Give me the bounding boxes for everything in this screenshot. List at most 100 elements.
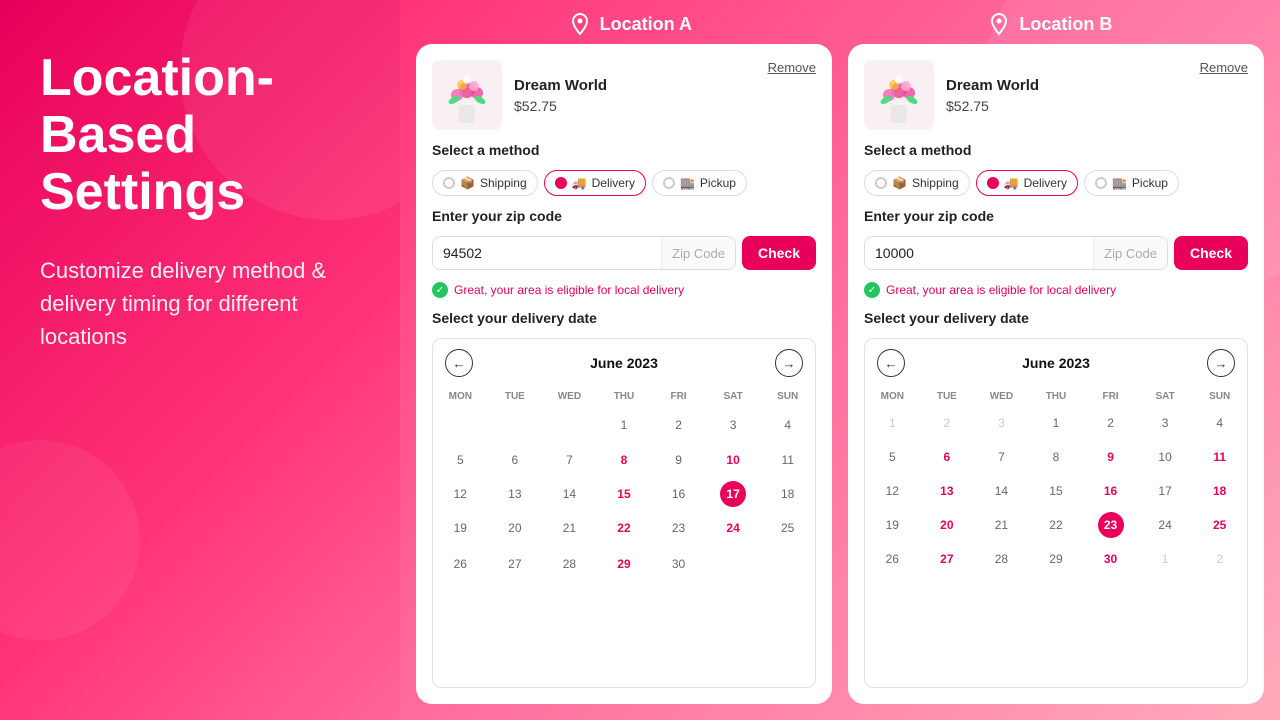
zip-label-a: Enter your zip code <box>432 208 816 224</box>
col-mon-b: MON <box>865 387 920 406</box>
check-btn-b[interactable]: Check <box>1174 236 1248 270</box>
cal-day-a-30[interactable]: 30 <box>651 545 706 582</box>
cal-day-b-6[interactable]: 6 <box>920 440 975 474</box>
cal-day-a-5[interactable]: 5 <box>433 443 488 477</box>
cal-day-b-1[interactable]: 1 <box>1029 406 1084 440</box>
cal-day-a-27[interactable]: 27 <box>488 545 543 582</box>
cal-day-a-3[interactable]: 3 <box>706 406 761 443</box>
cal-day-a-17[interactable]: 17 <box>706 477 761 511</box>
cal-day-b-27[interactable]: 27 <box>920 542 975 576</box>
cal-day-b-11[interactable]: 11 <box>1192 440 1247 474</box>
cal-day-b-7[interactable]: 7 <box>974 440 1029 474</box>
cal-day-b-5[interactable]: 5 <box>865 440 920 474</box>
shipping-option-b[interactable]: 📦 Shipping <box>864 170 970 196</box>
cal-cell-a-empty <box>433 406 488 443</box>
cal-day-b-21[interactable]: 21 <box>974 508 1029 542</box>
cal-prev-a[interactable]: ← <box>445 349 473 377</box>
cal-day-b-12[interactable]: 12 <box>865 474 920 508</box>
flower-svg-a <box>432 60 502 130</box>
cal-day-b-18[interactable]: 18 <box>1192 474 1247 508</box>
cal-next-a[interactable]: → <box>775 349 803 377</box>
check-btn-a[interactable]: Check <box>742 236 816 270</box>
pickup-option-b[interactable]: 🏬 Pickup <box>1084 170 1179 196</box>
cal-day-b-22[interactable]: 22 <box>1029 508 1084 542</box>
cal-day-a-25[interactable]: 25 <box>760 511 815 545</box>
cal-day-b-3[interactable]: 3 <box>1138 406 1193 440</box>
cal-day-a-10[interactable]: 10 <box>706 443 761 477</box>
shipping-icon-a: 📦 <box>460 176 475 190</box>
cal-day-a-23[interactable]: 23 <box>651 511 706 545</box>
cal-day-a-19[interactable]: 19 <box>433 511 488 545</box>
cal-day-a-11[interactable]: 11 <box>760 443 815 477</box>
cal-day-a-16[interactable]: 16 <box>651 477 706 511</box>
product-info-b: Dream World $52.75 <box>946 77 1188 114</box>
col-sat-a: SAT <box>706 387 761 406</box>
cal-day-b-16[interactable]: 16 <box>1083 474 1138 508</box>
cal-day-a-6[interactable]: 6 <box>488 443 543 477</box>
delivery-option-a[interactable]: 🚚 Delivery <box>544 170 646 196</box>
cal-day-b-28[interactable]: 28 <box>974 542 1029 576</box>
cal-day-b-4[interactable]: 4 <box>1192 406 1247 440</box>
cal-day-a-29[interactable]: 29 <box>597 545 652 582</box>
pickup-option-a[interactable]: 🏬 Pickup <box>652 170 747 196</box>
left-panel: Location-Based Settings Customize delive… <box>0 0 400 720</box>
cal-day-a-1[interactable]: 1 <box>597 406 652 443</box>
cal-day-a-8[interactable]: 8 <box>597 443 652 477</box>
cal-day-a-13[interactable]: 13 <box>488 477 543 511</box>
cal-day-b-19[interactable]: 19 <box>865 508 920 542</box>
cal-grid-a: MON TUE WED THU FRI SAT SUN 123456789101… <box>433 387 815 582</box>
cal-day-b-15[interactable]: 15 <box>1029 474 1084 508</box>
product-row-b: Dream World $52.75 Remove <box>864 60 1248 130</box>
cal-day-a-9[interactable]: 9 <box>651 443 706 477</box>
cal-day-a-20[interactable]: 20 <box>488 511 543 545</box>
zip-input-a[interactable] <box>433 237 661 269</box>
cal-day-b-30[interactable]: 30 <box>1083 542 1138 576</box>
col-thu-b: THU <box>1029 387 1084 406</box>
cal-day-b-10[interactable]: 10 <box>1138 440 1193 474</box>
cal-day-a-2[interactable]: 2 <box>651 406 706 443</box>
cal-day-b-29[interactable]: 29 <box>1029 542 1084 576</box>
shipping-option-a[interactable]: 📦 Shipping <box>432 170 538 196</box>
cal-day-a-21[interactable]: 21 <box>542 511 597 545</box>
cal-day-b-9[interactable]: 9 <box>1083 440 1138 474</box>
cal-day-a-26[interactable]: 26 <box>433 545 488 582</box>
cal-day-a-22[interactable]: 22 <box>597 511 652 545</box>
cal-day-a-4[interactable]: 4 <box>760 406 815 443</box>
cal-day-b-25[interactable]: 25 <box>1192 508 1247 542</box>
right-panel: Location A Location B <box>400 0 1280 720</box>
cal-next-b[interactable]: → <box>1207 349 1235 377</box>
cal-day-a-24[interactable]: 24 <box>706 511 761 545</box>
cal-day-b-23[interactable]: 23 <box>1083 508 1138 542</box>
zip-input-wrapper-b: Zip Code <box>864 236 1168 270</box>
product-name-b: Dream World <box>946 77 1188 94</box>
delivery-icon-a: 🚚 <box>572 176 587 190</box>
zip-input-b[interactable] <box>865 237 1093 269</box>
cal-day-b-14[interactable]: 14 <box>974 474 1029 508</box>
cal-day-b-2[interactable]: 2 <box>1083 406 1138 440</box>
cal-day-a-28[interactable]: 28 <box>542 545 597 582</box>
product-image-b <box>864 60 934 130</box>
delivery-radio-a <box>555 177 567 189</box>
cal-day-a-12[interactable]: 12 <box>433 477 488 511</box>
cal-day-b-8[interactable]: 8 <box>1029 440 1084 474</box>
remove-link-a[interactable]: Remove <box>768 60 816 75</box>
cal-day-b-26[interactable]: 26 <box>865 542 920 576</box>
locations-header: Location A Location B <box>400 0 1280 44</box>
cal-day-b-13[interactable]: 13 <box>920 474 975 508</box>
delivery-option-b[interactable]: 🚚 Delivery <box>976 170 1078 196</box>
remove-link-b[interactable]: Remove <box>1200 60 1248 75</box>
zip-input-wrapper-a: Zip Code <box>432 236 736 270</box>
cal-day-b-17[interactable]: 17 <box>1138 474 1193 508</box>
cal-day-a-18[interactable]: 18 <box>760 477 815 511</box>
cal-day-a-7[interactable]: 7 <box>542 443 597 477</box>
cal-cell-b-empty: 1 <box>865 406 920 440</box>
method-options-a: 📦 Shipping 🚚 Delivery 🏬 Pickup <box>432 170 816 196</box>
cal-prev-b[interactable]: ← <box>877 349 905 377</box>
cal-day-a-15[interactable]: 15 <box>597 477 652 511</box>
cal-day-a-14[interactable]: 14 <box>542 477 597 511</box>
location-a-label: Location A <box>600 14 692 35</box>
cal-day-b-24[interactable]: 24 <box>1138 508 1193 542</box>
cal-day-b-20[interactable]: 20 <box>920 508 975 542</box>
col-thu-a: THU <box>597 387 652 406</box>
eligible-text-a: Great, your area is eligible for local d… <box>454 283 684 297</box>
